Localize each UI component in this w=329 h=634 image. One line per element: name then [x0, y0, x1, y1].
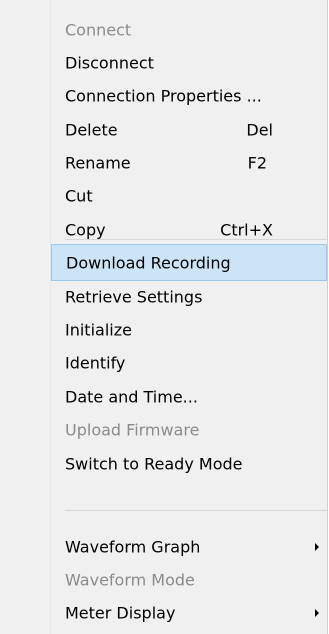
menu-item-label: Identify — [65, 353, 126, 372]
menu-item-retrieve-settings[interactable]: Retrieve Settings — [51, 278, 327, 315]
menu-item-rename[interactable]: Rename F2 — [51, 144, 327, 181]
menu-item-label: Cut — [65, 186, 93, 205]
menu-item-delete[interactable]: Delete Del — [51, 111, 327, 148]
menu-item-label: Disconnect — [65, 53, 154, 72]
menu-item-cut[interactable]: Cut — [51, 177, 327, 214]
menu-item-shortcut: F2 — [247, 153, 267, 172]
submenu-arrow-icon — [315, 608, 319, 617]
menu-item-label: Connect — [65, 20, 132, 39]
menu-item-disconnect[interactable]: Disconnect — [51, 44, 327, 81]
menu-item-label: Initialize — [65, 320, 132, 339]
menu-item-date-and-time[interactable]: Date and Time... — [51, 378, 327, 415]
menu-item-shortcut: Del — [246, 120, 273, 139]
menu-separator — [65, 239, 327, 240]
menu-item-label: Connection Properties ... — [65, 86, 262, 105]
context-menu: Connect Disconnect Connection Properties… — [0, 0, 328, 634]
menu-item-label: Waveform Mode — [65, 570, 195, 589]
menu-item-label: Date and Time... — [65, 387, 198, 406]
menu-item-label: Download Recording — [66, 253, 231, 272]
menu-item-connect: Connect — [51, 11, 327, 48]
menu-item-label: Delete — [65, 120, 118, 139]
menu-border — [327, 0, 328, 634]
menu-item-waveform-graph[interactable]: Waveform Graph — [51, 528, 327, 565]
menu-item-label: Meter Display — [65, 603, 176, 622]
menu-item-label: Retrieve Settings — [65, 287, 203, 306]
menu-item-connection-properties[interactable]: Connection Properties ... — [51, 77, 327, 114]
submenu-arrow-icon — [315, 542, 319, 551]
screenshot-page: Connect Disconnect Connection Properties… — [0, 0, 329, 634]
menu-item-label: Copy — [65, 220, 106, 239]
menu-item-identify[interactable]: Identify — [51, 344, 327, 381]
menu-item-upload-firmware: Upload Firmware — [51, 411, 327, 448]
menu-item-initialize[interactable]: Initialize — [51, 311, 327, 348]
menu-item-label: Waveform Graph — [65, 537, 201, 556]
menu-item-label: Upload Firmware — [65, 420, 200, 439]
menu-item-copy[interactable]: Copy Ctrl+X — [51, 211, 327, 248]
menu-item-meter-display[interactable]: Meter Display — [51, 594, 327, 631]
menu-item-label: Switch to Ready Mode — [65, 454, 243, 473]
menu-separator — [65, 510, 327, 511]
menu-item-waveform-mode: Waveform Mode — [51, 561, 327, 598]
menu-item-label: Rename — [65, 153, 131, 172]
menu-item-download-recording[interactable]: Download Recording — [51, 244, 327, 281]
menu-item-switch-to-ready-mode[interactable]: Switch to Ready Mode — [51, 445, 327, 482]
menu-item-shortcut: Ctrl+X — [220, 220, 273, 239]
